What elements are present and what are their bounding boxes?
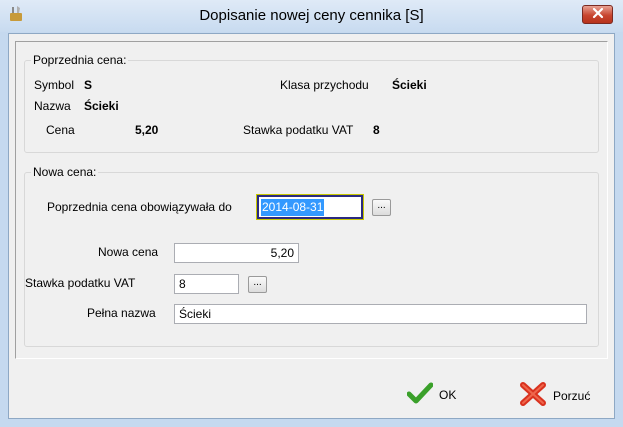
new-price-group-title: Nowa cena: xyxy=(31,165,99,179)
valid-until-input[interactable]: 2014-08-31 xyxy=(257,195,363,219)
new-price-label: Nowa cena xyxy=(98,245,159,259)
full-name-label: Pełna nazwa xyxy=(87,306,156,320)
cancel-label: Porzuć xyxy=(553,388,591,403)
close-icon xyxy=(592,7,604,22)
new-vat-label: Stawka podatku VAT xyxy=(25,276,136,290)
new-price-value: 5,20 xyxy=(270,246,294,260)
ok-label: OK xyxy=(439,387,457,402)
vat-rate-value: 8 xyxy=(373,123,380,137)
content-panel: Poprzednia cena: Symbol S Nazwa Ścieki C… xyxy=(15,41,608,359)
symbol-label: Symbol xyxy=(34,78,75,92)
vat-picker-button[interactable]: ... xyxy=(248,276,267,293)
previous-price-group: Poprzednia cena: Symbol S Nazwa Ścieki C… xyxy=(24,53,599,153)
vat-rate-label: Stawka podatku VAT xyxy=(243,123,354,137)
name-value: Ścieki xyxy=(84,99,119,113)
valid-until-label: Poprzednia cena obowiązywała do xyxy=(47,200,232,214)
checkmark-icon xyxy=(406,382,434,407)
symbol-value: S xyxy=(84,78,93,92)
income-class-value: Ścieki xyxy=(392,78,427,92)
full-name-input[interactable]: Ścieki xyxy=(174,304,587,324)
full-name-value: Ścieki xyxy=(179,307,212,321)
new-vat-input[interactable]: 8 xyxy=(174,274,239,294)
dialog-body: Poprzednia cena: Symbol S Nazwa Ścieki C… xyxy=(8,33,615,419)
title-bar: Dopisanie nowej ceny cennika [S] xyxy=(0,0,623,32)
window-title: Dopisanie nowej ceny cennika [S] xyxy=(199,7,424,24)
date-picker-button[interactable]: ... xyxy=(372,199,391,216)
new-price-group: Nowa cena: Poprzednia cena obowiązywała … xyxy=(24,165,599,347)
new-price-input[interactable]: 5,20 xyxy=(174,243,299,263)
new-vat-value: 8 xyxy=(179,277,186,291)
name-label: Nazwa xyxy=(34,99,71,113)
previous-price-group-title: Poprzednia cena: xyxy=(31,53,129,67)
ok-button[interactable]: OK xyxy=(406,382,457,407)
price-label: Cena xyxy=(46,123,75,137)
cancel-button[interactable]: Porzuć xyxy=(519,381,590,410)
close-button[interactable] xyxy=(582,5,613,24)
income-class-label: Klasa przychodu xyxy=(280,78,369,92)
valid-until-value: 2014-08-31 xyxy=(261,199,325,216)
x-icon xyxy=(519,381,547,410)
price-value: 5,20 xyxy=(135,123,159,137)
